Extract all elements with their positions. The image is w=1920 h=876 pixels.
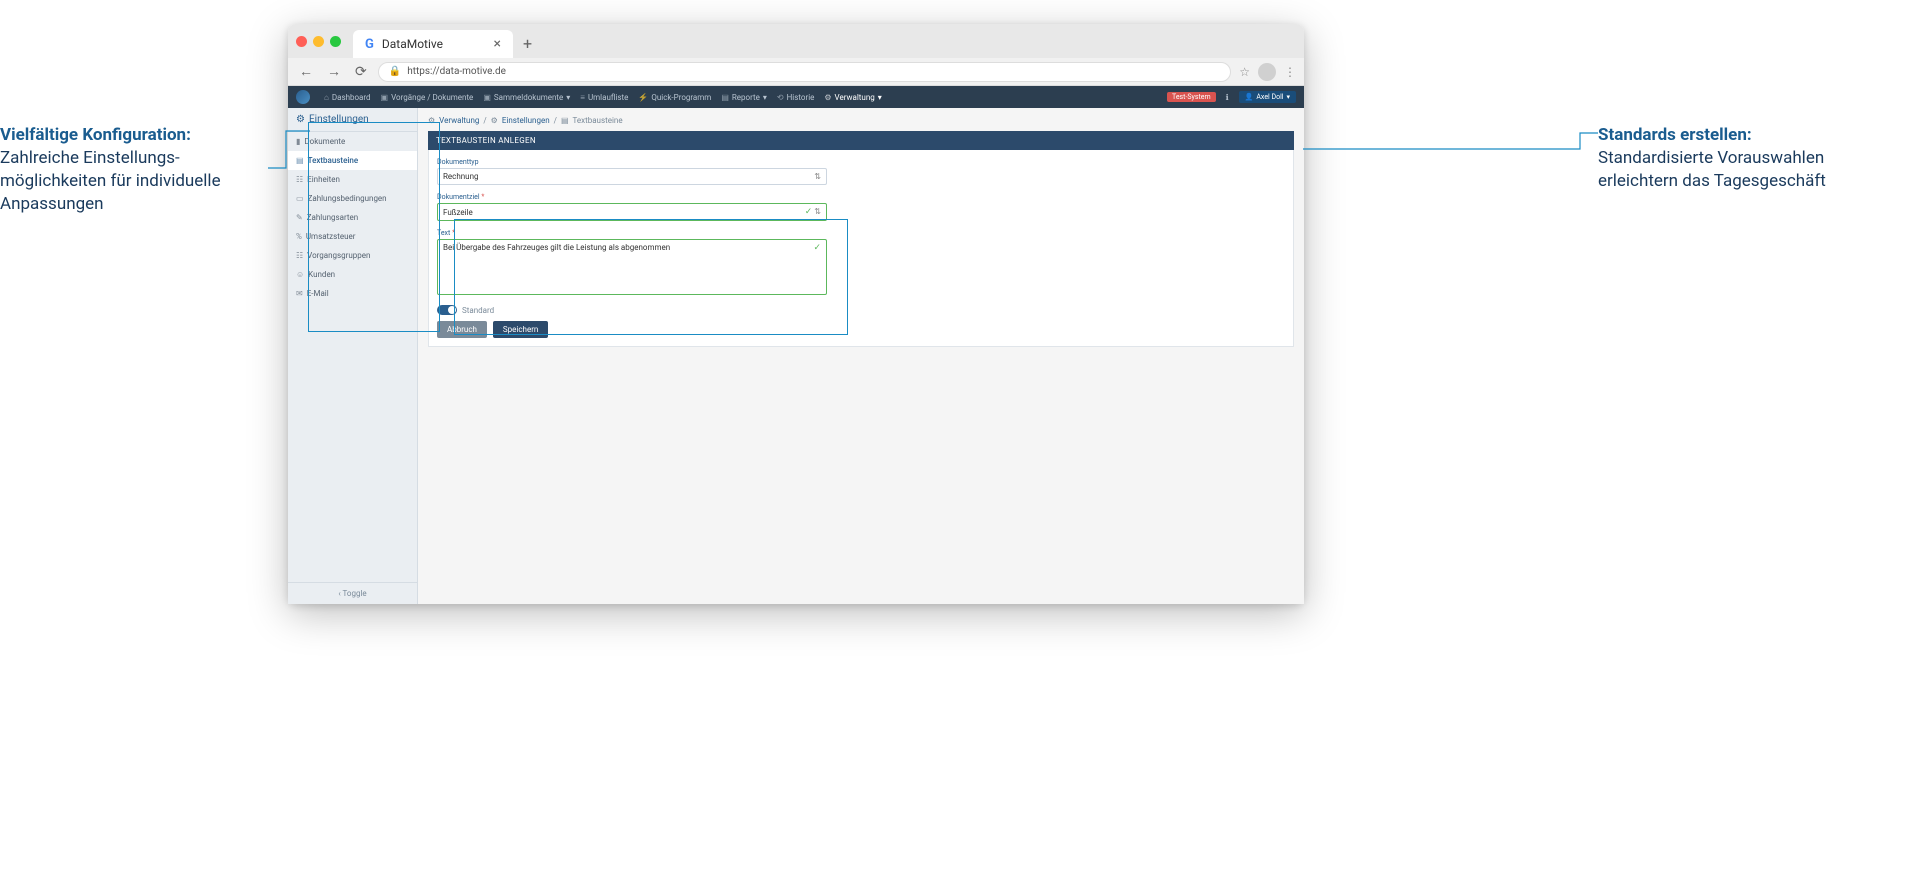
text-icon: ▤ [296, 156, 304, 165]
sidebar-title: ⚙ Einstellungen [288, 108, 417, 132]
browser-titlebar: G DataMotive × + [288, 24, 1304, 58]
nav-dashboard[interactable]: ⌂Dashboard [324, 93, 371, 102]
sidebar-item-einheiten[interactable]: ☷Einheiten [288, 170, 417, 189]
cogs-icon: ⚙ [428, 116, 435, 125]
maximize-window-icon[interactable] [330, 36, 341, 47]
check-icon: ✓ [805, 207, 813, 217]
user-menu[interactable]: 👤Axel Doll ▾ [1239, 91, 1296, 103]
text-textarea[interactable] [437, 239, 827, 295]
favicon-icon: G [365, 37, 374, 52]
back-icon[interactable]: ← [296, 63, 316, 80]
breadcrumb-verwaltung[interactable]: Verwaltung [439, 116, 479, 125]
annotation-left-title: Vielfältige Konfiguration: [0, 125, 191, 145]
percent-icon: % [296, 232, 302, 241]
cancel-button[interactable]: Abbruch [437, 321, 487, 338]
card-icon: ▭ [296, 194, 304, 203]
sidebar-item-dokumente[interactable]: ▮Dokumente [288, 132, 417, 151]
lock-icon: 🔒 [389, 66, 401, 77]
clock-icon: ⟲ [777, 93, 784, 102]
sidebar-item-email[interactable]: ✉E-Mail [288, 284, 417, 303]
sidebar-item-kunden[interactable]: ☺Kunden [288, 265, 417, 284]
text-icon: ▤ [561, 116, 569, 125]
text-label: Text * [437, 229, 827, 237]
bolt-icon: ⚡ [638, 93, 648, 102]
dokumenttyp-label: Dokumenttyp [437, 158, 827, 166]
check-icon: ✓ [813, 243, 821, 253]
main-content: ⚙ Verwaltung / ⚙ Einstellungen / ▤ Textb… [418, 108, 1304, 604]
new-tab-icon[interactable]: + [523, 34, 532, 53]
list-icon: ≡ [580, 93, 585, 102]
annotation-right: Standards erstellen: Standardisierte Vor… [1598, 124, 1908, 193]
nav-vorgaenge[interactable]: ▣Vorgänge / Dokumente [381, 93, 474, 102]
cogs-icon: ⚙ [824, 93, 831, 102]
folder-icon: ▣ [381, 93, 389, 102]
sidebar-item-textbausteine[interactable]: ▤Textbausteine [288, 151, 417, 170]
tab-title: DataMotive [382, 37, 443, 51]
annotation-left-body: Zahlreiche Einstellungs-möglichkeiten fü… [0, 148, 221, 214]
annotation-right-title: Standards erstellen: [1598, 125, 1752, 145]
folder-icon: ▣ [483, 93, 491, 102]
url-input[interactable]: 🔒 https://data-motive.de [378, 62, 1232, 82]
chevron-down-icon: ⇅ [814, 172, 821, 181]
breadcrumb-textbausteine: Textbausteine [573, 116, 623, 125]
sidebar-toggle[interactable]: ‹ Toggle [288, 582, 417, 604]
notification-icon[interactable]: ℹ [1226, 93, 1229, 102]
nav-umlaufliste[interactable]: ≡Umlaufliste [580, 93, 628, 102]
users-icon: ☺ [296, 270, 304, 279]
nav-historie[interactable]: ⟲Historie [777, 93, 814, 102]
dashboard-icon: ⌂ [324, 93, 329, 102]
browser-window: G DataMotive × + ← → ⟳ 🔒 https://data-mo… [288, 24, 1304, 604]
reload-icon[interactable]: ⟳ [352, 64, 370, 80]
breadcrumb-einstellungen[interactable]: Einstellungen [502, 116, 550, 125]
menu-icon[interactable]: ⋮ [1284, 65, 1296, 79]
panel-header: TEXTBAUSTEIN ANLEGEN [428, 131, 1294, 150]
profile-avatar-icon[interactable] [1258, 63, 1276, 81]
gear-icon: ⚙ [491, 116, 498, 125]
payment-icon: ✎ [296, 213, 303, 222]
save-button[interactable]: Speichern [493, 321, 548, 338]
sidebar-item-vorgangsgruppen[interactable]: ☷Vorgangsgruppen [288, 246, 417, 265]
nav-quickprogramm[interactable]: ⚡Quick-Programm [638, 93, 711, 102]
app-navbar: ⌂Dashboard ▣Vorgänge / Dokumente ▣Sammel… [288, 86, 1304, 108]
sidebar-item-umsatzsteuer[interactable]: %Umsatzsteuer [288, 227, 417, 246]
nav-reporte[interactable]: ▤Reporte ▾ [721, 93, 767, 102]
units-icon: ☷ [296, 175, 303, 184]
minimize-window-icon[interactable] [313, 36, 324, 47]
file-icon: ▮ [296, 137, 300, 146]
dokumenttyp-select[interactable]: Rechnung ⇅ [437, 168, 827, 185]
test-system-badge: Test-System [1167, 92, 1216, 102]
standard-label: Standard [462, 306, 494, 315]
dokumentziel-select[interactable]: Fußzeile ✓ ⇅ [437, 203, 827, 221]
chart-icon: ▤ [721, 93, 729, 102]
standard-toggle[interactable] [437, 305, 457, 315]
browser-urlbar: ← → ⟳ 🔒 https://data-motive.de ☆ ⋮ [288, 58, 1304, 86]
chevron-down-icon: ⇅ [814, 207, 821, 216]
browser-tab[interactable]: G DataMotive × [353, 30, 513, 58]
group-icon: ☷ [296, 251, 303, 260]
close-window-icon[interactable] [296, 36, 307, 47]
settings-sidebar: ⚙ Einstellungen ▮Dokumente ▤Textbaustein… [288, 108, 418, 604]
nav-sammeldokumente[interactable]: ▣Sammeldokumente ▾ [483, 93, 570, 102]
gear-icon: ⚙ [296, 114, 305, 125]
forward-icon[interactable]: → [324, 63, 344, 80]
tab-close-icon[interactable]: × [494, 36, 501, 52]
dokumentziel-label: Dokumentziel * [437, 193, 827, 201]
sidebar-item-zahlungsarten[interactable]: ✎Zahlungsarten [288, 208, 417, 227]
breadcrumb: ⚙ Verwaltung / ⚙ Einstellungen / ▤ Textb… [428, 116, 1294, 125]
nav-verwaltung[interactable]: ⚙Verwaltung ▾ [824, 93, 881, 102]
mail-icon: ✉ [296, 289, 303, 298]
window-controls[interactable] [296, 36, 341, 47]
annotation-right-body: Standardisierte Vorauswahlen erleichtern… [1598, 148, 1826, 191]
annotation-left: Vielfältige Konfiguration: Zahlreiche Ei… [0, 124, 278, 216]
url-text: https://data-motive.de [407, 66, 506, 77]
app-logo-icon[interactable] [296, 90, 310, 104]
panel-body: Dokumenttyp Rechnung ⇅ Dokumentziel * Fu… [428, 150, 1294, 347]
star-icon[interactable]: ☆ [1239, 65, 1250, 79]
sidebar-item-zahlungsbedingungen[interactable]: ▭Zahlungsbedingungen [288, 189, 417, 208]
user-icon: 👤 [1245, 93, 1254, 101]
